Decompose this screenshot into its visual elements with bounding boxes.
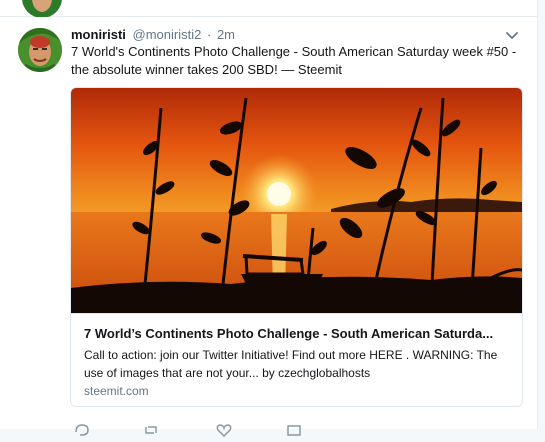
card-domain: steemit.com [84, 384, 149, 398]
timestamp[interactable]: 2m [217, 27, 235, 42]
reply-icon[interactable] [74, 423, 90, 437]
envelope-icon[interactable] [286, 423, 302, 437]
tweet[interactable]: moniristi @moniristi2 · 2m 7 World's Con… [0, 17, 538, 438]
retweet-icon[interactable] [143, 423, 159, 437]
card-description: Call to action: join our Twitter Initiat… [84, 348, 498, 380]
link-card[interactable]: 7 World’s Continents Photo Challenge - S… [70, 87, 523, 407]
card-image[interactable] [71, 88, 522, 313]
card-title[interactable]: 7 World’s Continents Photo Challenge - S… [84, 325, 509, 343]
tweet-text: 7 World's Continents Photo Challenge - S… [71, 44, 517, 77]
previous-tweet[interactable] [0, 0, 538, 18]
tweet-header: moniristi @moniristi2 · 2m [71, 26, 511, 44]
separator-dot: · [206, 27, 212, 42]
tweet-actions [71, 423, 371, 438]
chevron-down-icon[interactable] [505, 28, 519, 42]
username[interactable]: moniristi [71, 27, 126, 42]
handle[interactable]: @moniristi2 [133, 27, 202, 42]
previous-tweet-avatar[interactable] [22, 0, 62, 18]
card-body: 7 World’s Continents Photo Challenge - S… [71, 313, 522, 406]
avatar[interactable] [18, 28, 62, 72]
heart-icon[interactable] [216, 423, 232, 438]
